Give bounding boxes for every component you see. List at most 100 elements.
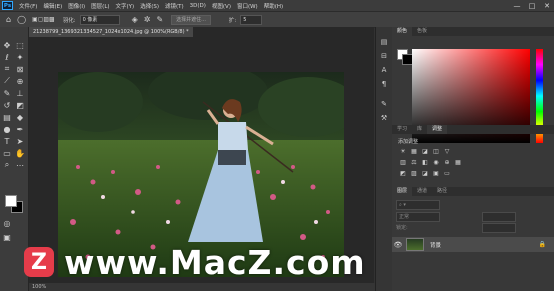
brush-settings-icon[interactable]: ✎ xyxy=(379,99,389,109)
eraser-tool-icon[interactable]: ◩ xyxy=(14,99,26,111)
levels-icon[interactable]: ▦ xyxy=(409,148,419,156)
menu-3d[interactable]: 3D(D) xyxy=(190,3,206,9)
black-white-icon[interactable]: ◧ xyxy=(420,159,430,167)
gradient-tool-icon[interactable]: ▤ xyxy=(1,111,13,123)
rectangle-tool-icon[interactable]: ▭ xyxy=(1,147,13,159)
tab-channels[interactable]: 通道 xyxy=(412,187,432,196)
foreground-color-swatch[interactable] xyxy=(5,195,17,207)
selective-color-icon[interactable]: ▣ xyxy=(431,170,441,178)
menu-layer[interactable]: 图层(L) xyxy=(91,2,109,10)
settings-icon[interactable]: ✲ xyxy=(144,15,151,24)
stamp-tool-icon[interactable]: ⊥ xyxy=(14,87,26,99)
feather-input[interactable]: 0 像素 xyxy=(79,14,120,25)
menu-edit[interactable]: 编辑(E) xyxy=(43,2,62,10)
tab-paths[interactable]: 路径 xyxy=(432,187,452,196)
path-selection-icon[interactable]: ➤ xyxy=(14,135,26,147)
lasso-tool-icon[interactable]: ℓ xyxy=(1,51,13,63)
layer-name: 背景 xyxy=(430,242,442,249)
brush-tool-icon[interactable]: ✎ xyxy=(1,87,13,99)
screen-mode-icon[interactable]: ▣ xyxy=(1,231,13,243)
layer-lock-icon: 🔒 xyxy=(538,241,546,248)
menu-help[interactable]: 帮助(H) xyxy=(264,2,283,10)
home-icon[interactable]: ⌂ xyxy=(6,15,11,24)
adjustments-row-2: ▥ ⚖ ◧ ◉ ⊕ ▦ xyxy=(398,159,464,167)
brush-icon[interactable]: ✎ xyxy=(156,15,163,24)
posterize-icon[interactable]: ▨ xyxy=(409,170,419,178)
watermark-text: www.MacZ.com xyxy=(64,242,366,282)
hand-tool-icon[interactable]: ✋ xyxy=(14,147,26,159)
document-tab[interactable]: 21238799_1369321334527_1024x1024.jpg @ 1… xyxy=(29,27,193,37)
paragraph-panel-icon[interactable]: ¶ xyxy=(379,79,389,89)
opacity-input[interactable] xyxy=(482,212,516,222)
tab-color[interactable]: 颜色 xyxy=(392,27,413,36)
tool-presets-icon[interactable]: ⚒ xyxy=(379,113,389,123)
tab-adjustments[interactable]: 调整 xyxy=(427,125,448,134)
color-balance-icon[interactable]: ⚖ xyxy=(409,159,419,167)
blur-tool-icon[interactable]: ◆ xyxy=(14,111,26,123)
close-button[interactable]: ✕ xyxy=(540,0,554,11)
layer-filter-select[interactable]: ⌕ ▾ xyxy=(396,200,440,210)
expand-label: 扩: xyxy=(228,17,237,24)
eyedropper-icon[interactable]: ⟋ xyxy=(1,75,13,87)
magic-wand-icon[interactable]: ✦ xyxy=(14,51,26,63)
layer-thumbnail xyxy=(406,238,424,251)
vibrance-icon[interactable]: ▽ xyxy=(442,148,452,156)
pen-tool-icon[interactable]: ✒ xyxy=(14,123,26,135)
marquee-tool-icon[interactable]: ⬚ xyxy=(14,39,26,51)
color-lookup-icon[interactable]: ▦ xyxy=(453,159,463,167)
history-panel-icon[interactable]: ▤ xyxy=(379,37,389,47)
threshold-icon[interactable]: ◪ xyxy=(420,170,430,178)
blend-mode-select[interactable]: 正常 xyxy=(396,212,440,222)
menu-type[interactable]: 文字(Y) xyxy=(116,2,135,10)
invert-icon[interactable]: ◩ xyxy=(398,170,408,178)
pin-icon[interactable]: ◈ xyxy=(132,15,138,24)
menu-select[interactable]: 选择(S) xyxy=(140,2,159,10)
channel-mixer-icon[interactable]: ⊕ xyxy=(442,159,452,167)
move-tool-icon[interactable]: ✥ xyxy=(1,39,13,51)
expand-input[interactable]: 5 xyxy=(240,14,263,25)
type-tool-icon[interactable]: T xyxy=(1,135,13,147)
visibility-eye-icon[interactable]: 👁 xyxy=(392,241,404,249)
tab-libraries[interactable]: 库 xyxy=(412,125,427,134)
character-panel-icon[interactable]: A xyxy=(379,65,389,75)
watermark-logo: Z xyxy=(24,247,54,277)
status-bar: 100% xyxy=(29,283,377,291)
crop-tool-icon[interactable]: ⌗ xyxy=(1,63,13,75)
feather-label: 羽化: xyxy=(62,17,76,24)
menu-filter[interactable]: 滤镜(T) xyxy=(165,2,184,10)
fill-input[interactable] xyxy=(482,223,516,233)
zoom-tool-icon[interactable]: ⌕ xyxy=(1,159,13,171)
exposure-icon[interactable]: ◫ xyxy=(431,148,441,156)
adjustments-row-1: ☀ ▦ ◪ ◫ ▽ xyxy=(398,148,453,156)
curves-icon[interactable]: ◪ xyxy=(420,148,430,156)
gradient-map-icon[interactable]: ▭ xyxy=(442,170,452,178)
healing-brush-icon[interactable]: ⊕ xyxy=(14,75,26,87)
tab-layers[interactable]: 图层 xyxy=(392,187,413,196)
menu-file[interactable]: 文件(F) xyxy=(19,2,37,10)
collapsed-panel-strip: ▤ ⊟ A ¶ ✎ ⚒ xyxy=(375,27,393,291)
menu-view[interactable]: 视图(V) xyxy=(212,2,231,10)
adjustments-label: 添加调整 xyxy=(398,139,419,145)
selection-mode-icons[interactable]: ▣▢▨▩ xyxy=(32,16,55,23)
marquee-tool-icon[interactable]: ◯ xyxy=(17,15,26,24)
more-tools-icon[interactable]: ⋯ xyxy=(14,159,26,171)
layer-row-background[interactable]: 👁 背景 🔒 xyxy=(392,237,554,252)
minimize-button[interactable]: — xyxy=(510,0,524,11)
tab-swatches[interactable]: 色板 xyxy=(412,27,432,36)
properties-panel-icon[interactable]: ⊟ xyxy=(379,51,389,61)
history-brush-icon[interactable]: ↺ xyxy=(1,99,13,111)
menu-image[interactable]: 图像(I) xyxy=(68,2,85,10)
quick-mask-icon[interactable]: ◎ xyxy=(1,217,13,229)
frame-tool-icon[interactable]: ⊠ xyxy=(14,63,26,75)
hue-saturation-icon[interactable]: ▥ xyxy=(398,159,408,167)
dodge-tool-icon[interactable]: ● xyxy=(1,123,13,135)
photo-filter-icon[interactable]: ◉ xyxy=(431,159,441,167)
tab-learn[interactable]: 学习 xyxy=(392,125,412,134)
lock-label: 锁定: xyxy=(396,225,408,231)
maximize-button[interactable]: □ xyxy=(525,0,539,11)
brightness-icon[interactable]: ☀ xyxy=(398,148,408,156)
photoshop-logo[interactable]: Ps xyxy=(2,1,13,10)
right-panels: 颜色 色板 学习 库 调整 添加调整 ☀ ▦ ◪ ◫ ▽ ▥ ⚖ ◧ ◉ ⊕ ▦… xyxy=(392,27,554,291)
select-and-mask-button[interactable]: 选择并遮住... xyxy=(171,14,211,25)
menu-window[interactable]: 窗口(W) xyxy=(237,2,258,10)
